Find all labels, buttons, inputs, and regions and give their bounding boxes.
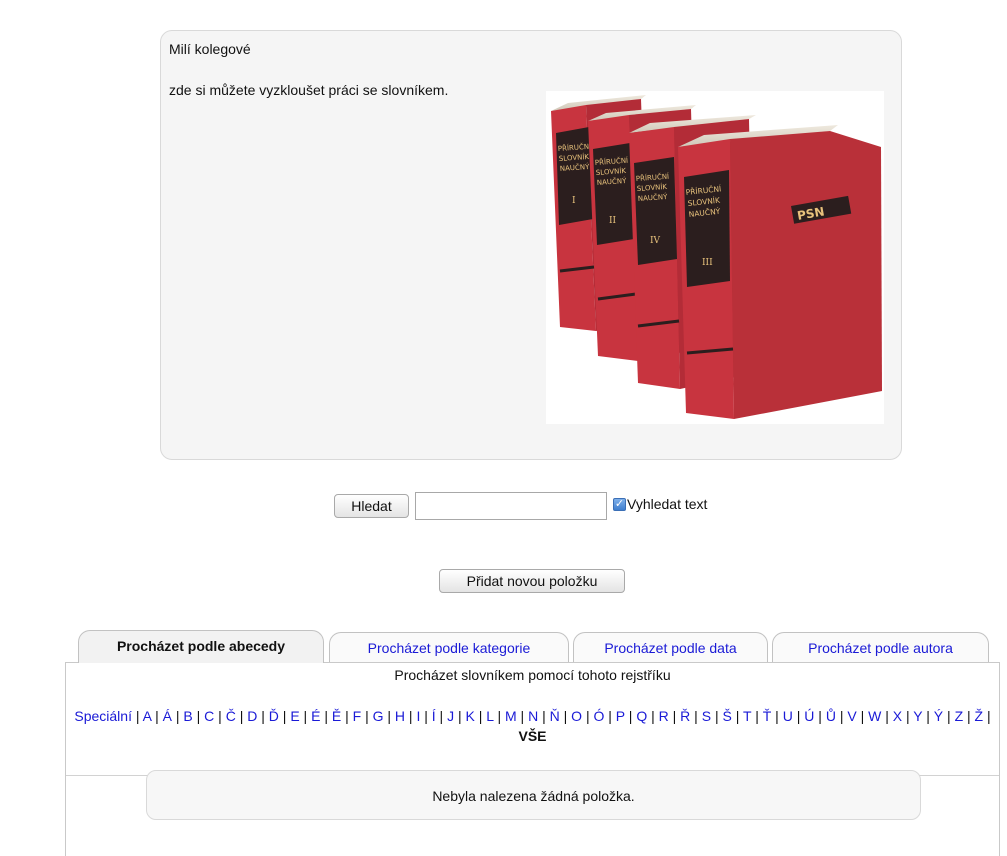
tab-browse-author[interactable]: Procházet podle autora bbox=[772, 632, 989, 662]
letter-link[interactable]: Ů bbox=[826, 708, 836, 724]
letter-link[interactable]: Ž bbox=[975, 708, 984, 724]
letter-link[interactable]: Á bbox=[163, 708, 172, 724]
letter-link[interactable]: A bbox=[143, 708, 152, 724]
letter-link[interactable]: É bbox=[311, 708, 320, 724]
tab-browse-date[interactable]: Procházet podle data bbox=[573, 632, 768, 662]
letter-all[interactable]: VŠE bbox=[518, 728, 546, 744]
letter-link[interactable]: Ň bbox=[550, 708, 560, 724]
intro-box: Milí kolegové zde si můžete vyzkloušet p… bbox=[160, 30, 902, 460]
svg-text:II: II bbox=[609, 216, 617, 226]
letter-link[interactable]: T bbox=[743, 708, 751, 724]
letter-link[interactable]: H bbox=[395, 708, 405, 724]
letter-link[interactable]: Ď bbox=[269, 708, 279, 724]
tab-browse-category[interactable]: Procházet podle kategorie bbox=[329, 632, 569, 662]
letter-link[interactable]: I bbox=[416, 708, 420, 724]
letter-link[interactable]: U bbox=[783, 708, 793, 724]
letter-link[interactable]: Ť bbox=[763, 708, 772, 724]
letter-link[interactable]: Ú bbox=[804, 708, 814, 724]
letter-link[interactable]: K bbox=[466, 708, 475, 724]
svg-text:III: III bbox=[702, 258, 713, 268]
letter-link[interactable]: Š bbox=[722, 708, 731, 724]
letter-link[interactable]: X bbox=[893, 708, 902, 724]
intro-text: zde si můžete vyzkloušet práci se slovní… bbox=[169, 82, 449, 98]
letter-link[interactable]: E bbox=[290, 708, 299, 724]
letter-link[interactable]: Z bbox=[955, 708, 964, 724]
intro-greeting: Milí kolegové bbox=[169, 41, 251, 57]
no-entries-message: Nebyla nalezena žádná položka. bbox=[146, 770, 921, 820]
letter-link[interactable]: Í bbox=[432, 708, 436, 724]
books-image: PŘÍRUČNÍ SLOVNÍK NAUČNÝ I PŘÍRUČNÍ SLOVN… bbox=[546, 91, 884, 424]
letter-link[interactable]: Ř bbox=[680, 708, 690, 724]
svg-text:I: I bbox=[572, 196, 576, 206]
svg-text:IV: IV bbox=[650, 236, 661, 246]
letter-link[interactable]: S bbox=[702, 708, 711, 724]
letter-link[interactable]: W bbox=[868, 708, 881, 724]
search-fulltext-label: Vyhledat text bbox=[627, 496, 708, 512]
letter-link[interactable]: B bbox=[183, 708, 192, 724]
letter-link[interactable]: O bbox=[571, 708, 582, 724]
add-entry-button[interactable]: Přidat novou položku bbox=[439, 569, 625, 593]
search-row: Hledat ✓ Vyhledat text bbox=[0, 491, 1007, 521]
letter-link[interactable]: J bbox=[447, 708, 454, 724]
search-button[interactable]: Hledat bbox=[334, 494, 409, 518]
letter-link[interactable]: V bbox=[847, 708, 856, 724]
letter-link[interactable]: F bbox=[353, 708, 362, 724]
letter-link[interactable]: Y bbox=[913, 708, 922, 724]
letter-link[interactable]: D bbox=[247, 708, 257, 724]
tab-browse-alphabet[interactable]: Procházet podle abecedy bbox=[78, 630, 324, 663]
letter-link[interactable]: Ý bbox=[934, 708, 943, 724]
letter-link[interactable]: C bbox=[204, 708, 214, 724]
letter-link[interactable]: M bbox=[505, 708, 517, 724]
letter-link[interactable]: G bbox=[373, 708, 384, 724]
letter-link[interactable]: N bbox=[528, 708, 538, 724]
letter-link[interactable]: Č bbox=[226, 708, 236, 724]
book-volume-4: PSN PŘÍRUČNÍ SLOVNÍK NAUČNÝ III bbox=[678, 125, 882, 419]
letter-link[interactable]: R bbox=[659, 708, 669, 724]
letter-link-special[interactable]: Speciální bbox=[74, 708, 132, 724]
browse-tabs: Procházet podle abecedy Procházet podle … bbox=[78, 630, 998, 663]
browse-panel: Procházet slovníkem pomocí tohoto rejstř… bbox=[65, 662, 1000, 856]
search-input[interactable] bbox=[415, 492, 607, 520]
letter-link[interactable]: Ó bbox=[593, 708, 604, 724]
browse-header: Procházet slovníkem pomocí tohoto rejstř… bbox=[394, 667, 671, 683]
letter-link[interactable]: Ě bbox=[332, 708, 341, 724]
letter-link[interactable]: Q bbox=[636, 708, 647, 724]
search-fulltext-checkbox[interactable]: ✓ bbox=[613, 498, 626, 511]
letter-link[interactable]: L bbox=[486, 708, 493, 724]
letter-link[interactable]: P bbox=[616, 708, 625, 724]
letter-index: Speciální | A | Á | B | C | Č | D | Ď | … bbox=[74, 708, 991, 744]
